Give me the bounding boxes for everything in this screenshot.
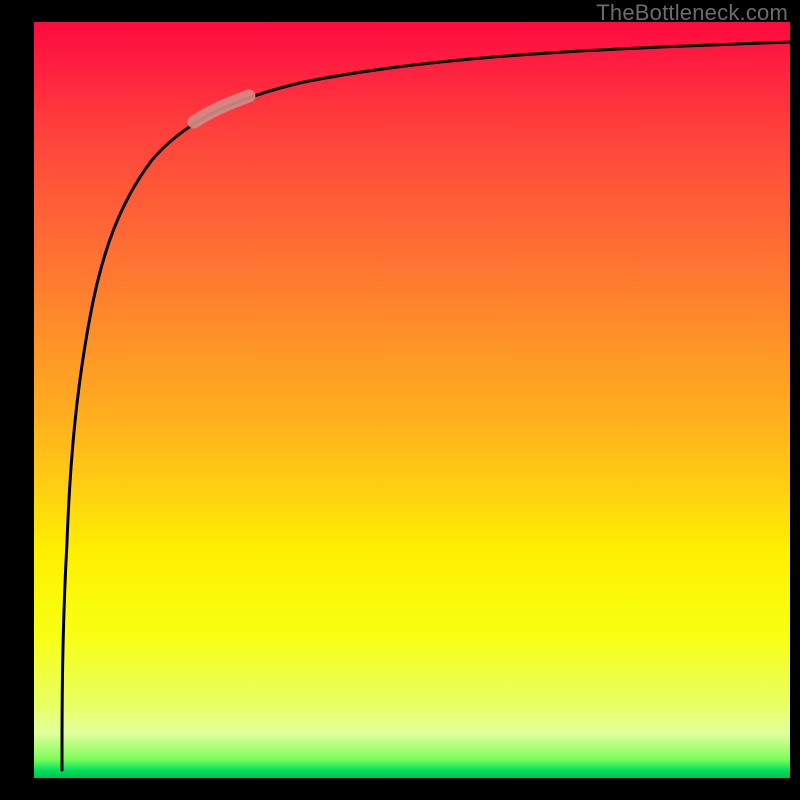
chart-frame: TheBottleneck.com — [0, 0, 800, 800]
attribution-text: TheBottleneck.com — [596, 0, 788, 26]
chart-plot-area — [34, 22, 790, 778]
